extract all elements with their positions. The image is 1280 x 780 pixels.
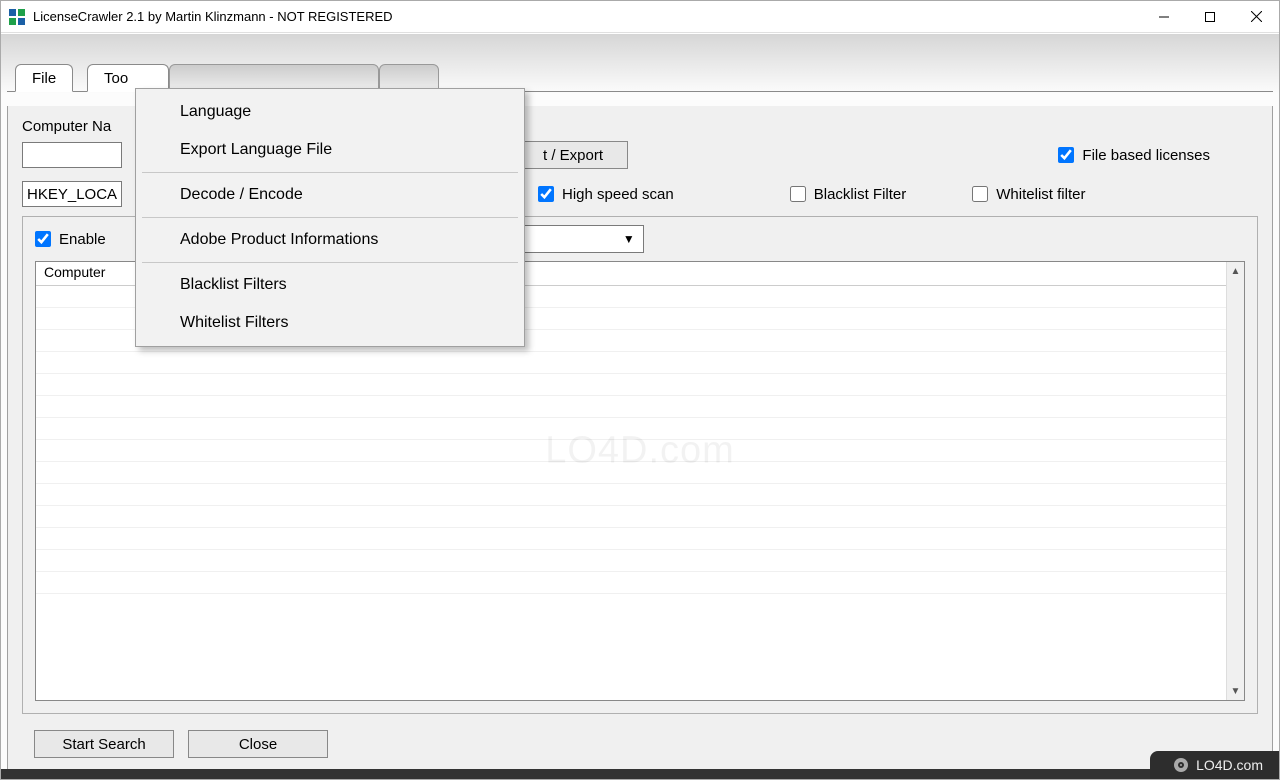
menubar: File Too Language Export Language File D… [7,60,1273,92]
close-window-button[interactable] [1233,1,1279,33]
menu-item-whitelist-filters[interactable]: Whitelist Filters [136,304,524,342]
computer-name-input[interactable] [22,142,122,168]
checkbox-whitelist-filter[interactable]: Whitelist filter [972,186,1085,203]
window-controls [1141,1,1279,33]
scroll-down-icon[interactable]: ▼ [1227,682,1244,700]
list-row [36,528,1226,550]
list-row [36,374,1226,396]
list-row [36,550,1226,572]
chevron-down-icon: ▼ [619,232,639,246]
menu-file[interactable]: File [15,64,73,92]
list-row [36,462,1226,484]
menu-item-blacklist-filters[interactable]: Blacklist Filters [136,266,524,304]
list-row [36,352,1226,374]
label-computer-name: Computer Na [22,118,111,135]
maximize-icon [1205,12,1215,22]
checkbox-enable-input[interactable] [35,231,51,247]
minimize-icon [1159,12,1169,22]
checkbox-high-speed-scan-input[interactable] [538,186,554,202]
list-row [36,484,1226,506]
client-area: File Too Language Export Language File D… [1,34,1279,779]
checkbox-blacklist-filter[interactable]: Blacklist Filter [790,186,907,203]
menu-item-decode-encode[interactable]: Decode / Encode [136,176,524,214]
watermark-corner: LO4D.com [1150,751,1279,779]
bottom-bar [1,769,1279,779]
maximize-button[interactable] [1187,1,1233,33]
app-icon [9,9,25,25]
menu-item-language[interactable]: Language [136,93,524,131]
menu-file-label: File [32,70,56,87]
checkbox-file-based-licenses-input[interactable] [1058,147,1074,163]
list-body[interactable] [36,286,1226,700]
checkbox-blacklist-filter-input[interactable] [790,186,806,202]
menu-separator [142,217,518,218]
list-row [36,396,1226,418]
checkbox-file-based-licenses[interactable]: File based licenses [1058,147,1210,164]
menu-item-adobe-product-informations[interactable]: Adobe Product Informations [136,221,524,259]
checkbox-whitelist-filter-input[interactable] [972,186,988,202]
vertical-scrollbar[interactable]: ▲ ▼ [1226,262,1244,700]
menu-tools-label: Too [104,70,128,87]
app-window: LicenseCrawler 2.1 by Martin Klinzmann -… [0,0,1280,780]
checkbox-high-speed-scan[interactable]: High speed scan [538,186,674,203]
import-export-button[interactable]: t / Export [518,141,628,169]
start-search-button[interactable]: Start Search [34,730,174,758]
menu-item-export-language-file[interactable]: Export Language File [136,131,524,169]
menu-separator [142,172,518,173]
bottom-buttons: Start Search Close [34,730,328,758]
minimize-button[interactable] [1141,1,1187,33]
menu-separator [142,262,518,263]
scroll-up-icon[interactable]: ▲ [1227,262,1244,280]
titlebar: LicenseCrawler 2.1 by Martin Klinzmann -… [1,1,1279,33]
tools-dropdown: Language Export Language File Decode / E… [135,88,525,347]
checkbox-enable[interactable]: Enable [35,231,106,248]
column-2[interactable] [416,262,1244,285]
watermark-logo-icon [1174,758,1188,772]
list-row [36,418,1226,440]
list-row [36,506,1226,528]
list-row [36,440,1226,462]
registry-key-input[interactable] [22,181,122,207]
list-row [36,572,1226,594]
close-icon [1251,11,1262,22]
close-button[interactable]: Close [188,730,328,758]
window-title: LicenseCrawler 2.1 by Martin Klinzmann -… [33,9,393,24]
